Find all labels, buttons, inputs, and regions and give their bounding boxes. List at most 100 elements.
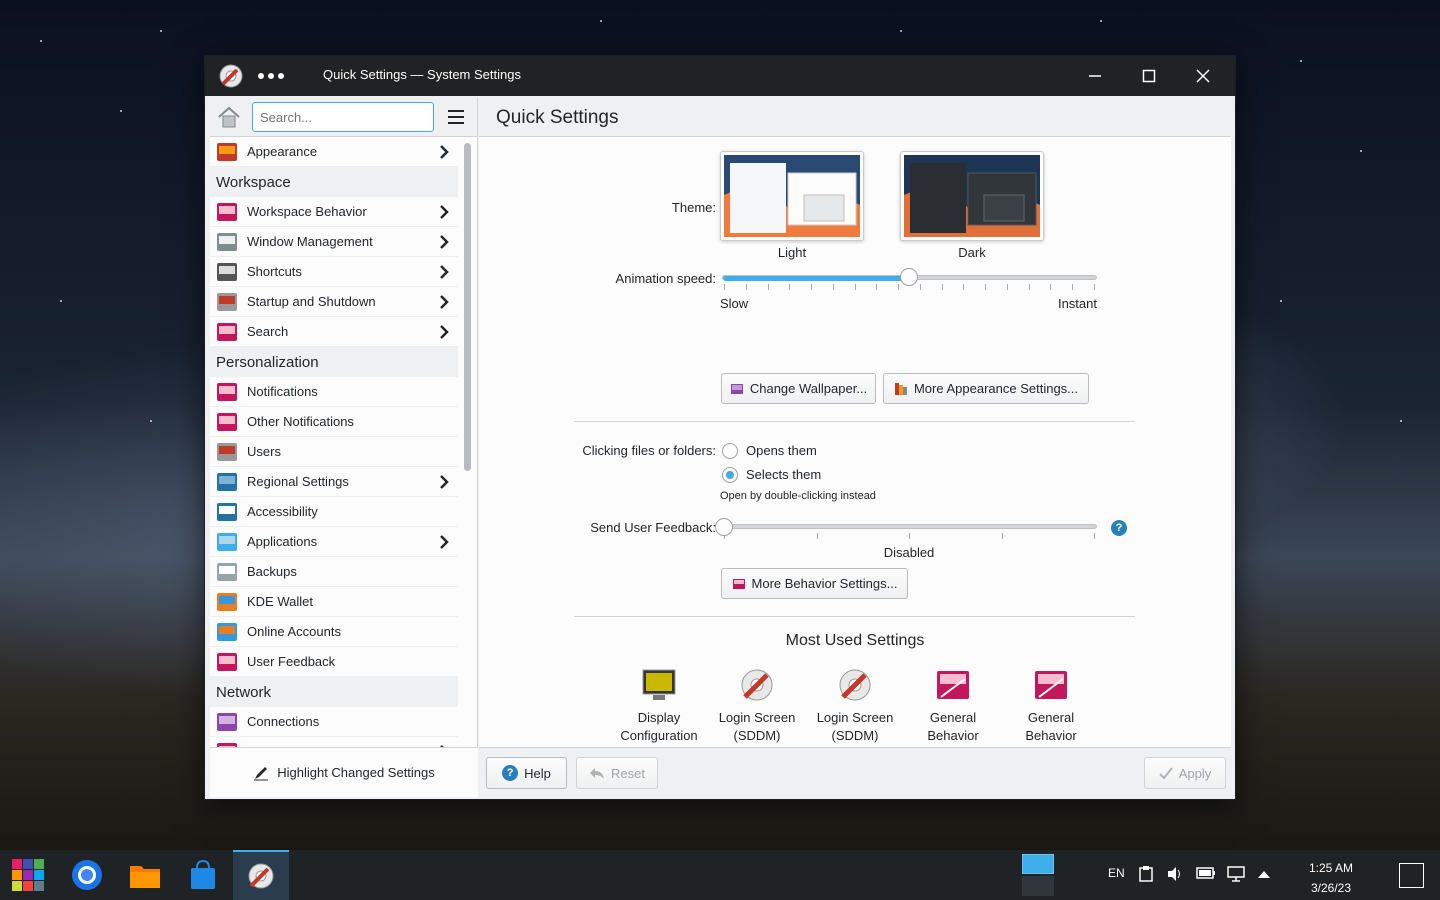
sidebar-item-label: Regional Settings [247, 474, 349, 489]
digital-clock[interactable]: 1:25 AM 3/26/23 [1292, 858, 1370, 898]
volume-icon[interactable] [1167, 866, 1183, 882]
user-feedback-handle[interactable] [715, 518, 733, 536]
most-used-general-behavior[interactable]: General Behavior [907, 667, 999, 745]
show-hidden-icons-icon[interactable] [1257, 869, 1271, 879]
most-used-login-screen-sddm[interactable]: Login Screen (SDDM) [809, 667, 901, 745]
most-used-label-line1: General [929, 710, 977, 725]
sidebar-item-other-notifications[interactable]: Other Notifications [210, 407, 458, 437]
title-bar: Quick Settings — System Settings [205, 56, 1235, 96]
maximize-icon [1142, 69, 1156, 83]
sidebar-item-backups[interactable]: Backups [210, 557, 458, 587]
sidebar-item-label: User Feedback [247, 654, 336, 669]
sidebar-item-workspace-behavior[interactable]: Workspace Behavior [210, 197, 458, 227]
chevron-right-icon [440, 475, 449, 489]
theme-dark-label: Dark [958, 245, 986, 260]
more-behavior-settings-button[interactable]: More Behavior Settings... [721, 568, 908, 599]
theme-dark-card[interactable] [900, 151, 1044, 241]
home-icon[interactable] [216, 105, 242, 129]
sidebar-item-notifications[interactable]: Notifications [210, 377, 458, 407]
more-options-icon[interactable] [258, 73, 284, 79]
battery-icon[interactable] [1196, 866, 1216, 880]
window-management-icon [217, 232, 237, 251]
maximize-button[interactable] [1137, 64, 1161, 88]
sidebar-item-startup-and-shutdown[interactable]: Startup and Shutdown [210, 287, 458, 317]
most-used-label-line2: (SDDM) [831, 728, 879, 743]
virtual-desktop-pager[interactable] [1022, 854, 1054, 896]
undo-icon [590, 768, 605, 779]
selects-them-label: Selects them [746, 467, 822, 482]
general-behavior-icon [937, 671, 969, 699]
opens-them-label: Opens them [746, 443, 817, 458]
sidebar-item-label: Connections [247, 714, 320, 729]
application-launcher-button[interactable] [0, 850, 56, 900]
help-button[interactable]: ? Help [486, 757, 567, 789]
sidebar-item-label: Other Notifications [247, 414, 354, 429]
system-settings-app-icon[interactable] [218, 63, 244, 89]
slider-tick [985, 284, 987, 290]
sidebar-item-connections[interactable]: Connections [210, 707, 458, 737]
sidebar: Appearance Workspace Workspace Behavior Win… [210, 97, 478, 797]
opens-them-radio[interactable] [722, 443, 738, 459]
show-desktop-button[interactable] [1399, 863, 1424, 888]
login-screen-sddm-icon [839, 669, 871, 701]
theme-light-card[interactable] [720, 151, 864, 241]
slider-tick [963, 284, 965, 290]
sidebar-item-regional-settings[interactable]: Regional Settings [210, 467, 458, 497]
keyboard-icon [217, 262, 237, 281]
most-used-general-behavior[interactable]: General Behavior [1005, 667, 1097, 745]
minimize-button[interactable] [1083, 64, 1107, 88]
most-used-login-screen-sddm[interactable]: Login Screen (SDDM) [711, 667, 803, 745]
separator [574, 616, 1135, 617]
reset-button[interactable]: Reset [576, 757, 658, 789]
sidebar-item-applications[interactable]: Applications [210, 527, 458, 557]
taskbar-chromium[interactable] [59, 850, 115, 900]
change-wallpaper-button[interactable]: Change Wallpaper... [721, 373, 876, 404]
help-icon: ? [502, 765, 519, 781]
sidebar-item-accessibility[interactable]: Accessibility [210, 497, 458, 527]
window-title: Quick Settings — System Settings [323, 67, 521, 82]
sidebar-item-label: Online Accounts [247, 624, 341, 639]
separator [574, 421, 1135, 422]
sidebar-toolbar [210, 97, 477, 137]
taskbar-system-settings[interactable] [233, 850, 289, 900]
slider-tick [919, 284, 921, 290]
selects-them-hint: Open by double-clicking instead [720, 490, 876, 502]
sidebar-item-shortcuts[interactable]: Shortcuts [210, 257, 458, 287]
close-button[interactable] [1191, 64, 1215, 88]
taskbar-file-manager[interactable] [117, 850, 173, 900]
selects-them-radio[interactable] [722, 467, 738, 483]
sidebar-scrollbar[interactable] [464, 143, 471, 471]
sidebar-item-online-accounts[interactable]: Online Accounts [210, 617, 458, 647]
wallpaper-icon [730, 383, 743, 394]
slider-tick [811, 284, 813, 290]
most-used-label-line2: Behavior [927, 728, 979, 743]
hamburger-menu-icon[interactable] [448, 110, 464, 128]
chevron-right-icon [440, 295, 449, 309]
chevron-right-icon [440, 235, 449, 249]
applications-icon [217, 532, 237, 551]
sidebar-item-users[interactable]: Users [210, 437, 458, 467]
taskbar-discover[interactable] [175, 850, 231, 900]
help-label: Help [524, 765, 551, 781]
most-used-label-line2: (SDDM) [733, 728, 781, 743]
sidebar-item-user-feedback[interactable]: User Feedback [210, 647, 458, 677]
sidebar-item-appearance[interactable]: Appearance [210, 137, 458, 167]
search-input[interactable] [252, 102, 434, 132]
most-used-display-configuration[interactable]: Display Configuration [613, 667, 705, 745]
highlight-changed-settings-button[interactable]: Highlight Changed Settings [210, 747, 478, 797]
animation-speed-handle[interactable] [900, 268, 918, 286]
sidebar-item-kde-wallet[interactable]: KDE Wallet [210, 587, 458, 617]
keyboard-layout-indicator[interactable]: EN [1108, 866, 1125, 880]
help-icon[interactable]: ? [1111, 520, 1127, 536]
clipboard-icon[interactable] [1139, 866, 1153, 882]
change-wallpaper-label: Change Wallpaper... [749, 381, 868, 396]
clock-date: 3/26/23 [1310, 881, 1352, 895]
sidebar-item-window-management[interactable]: Window Management [210, 227, 458, 257]
more-appearance-settings-button[interactable]: More Appearance Settings... [883, 373, 1089, 404]
theme-label: Theme: [671, 200, 716, 215]
network-icon[interactable] [1227, 866, 1245, 882]
apply-button[interactable]: Apply [1144, 757, 1226, 789]
regional-settings-icon [217, 472, 237, 491]
sidebar-item-more[interactable] [210, 737, 458, 747]
sidebar-item-search[interactable]: Search [210, 317, 458, 347]
